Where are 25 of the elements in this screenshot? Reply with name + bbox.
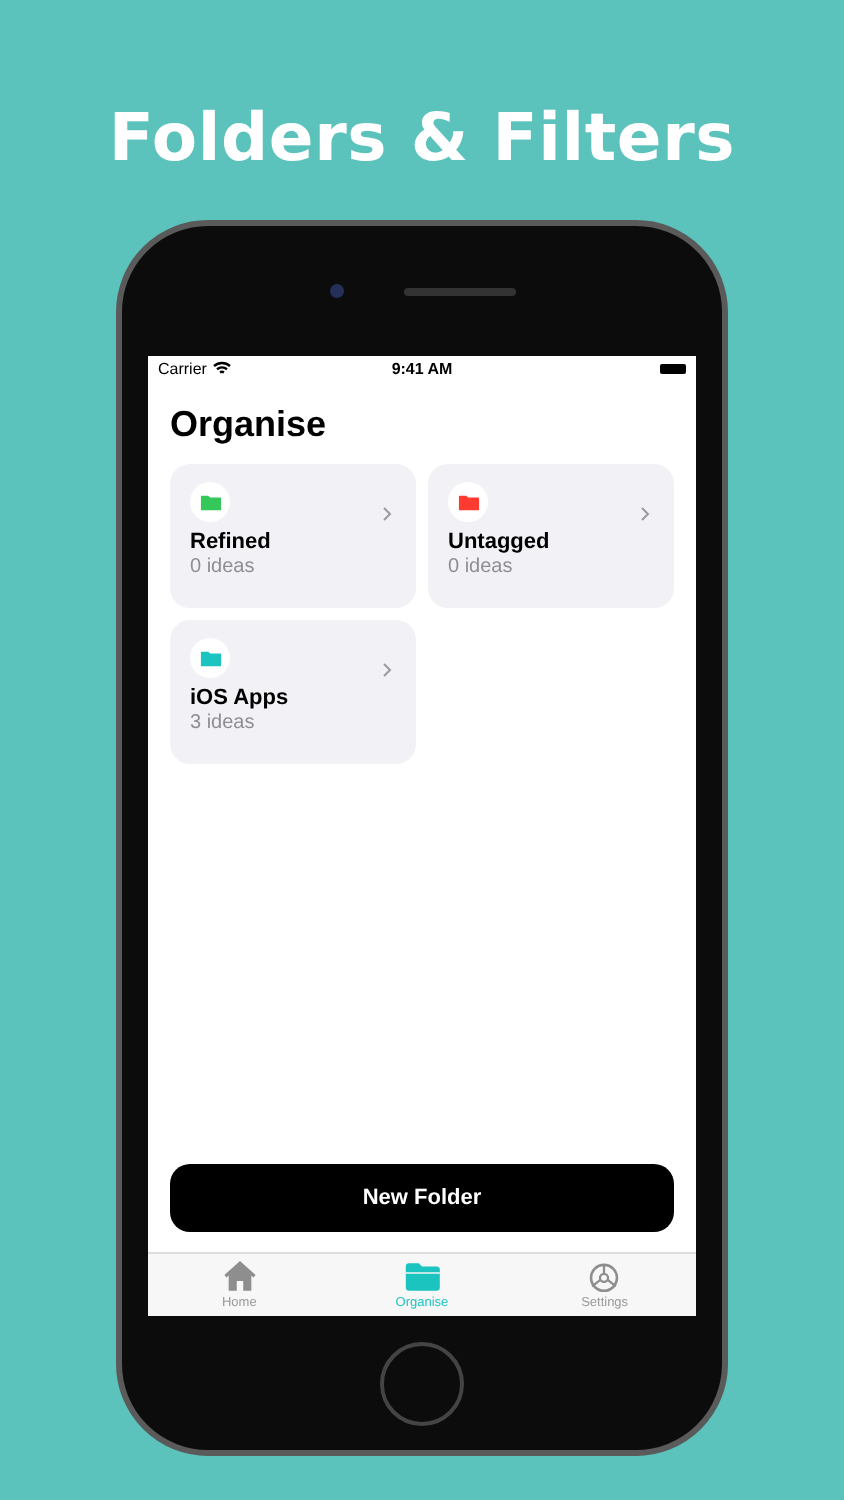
speaker-grille bbox=[403, 287, 515, 295]
new-folder-button[interactable]: New Folder bbox=[170, 1164, 674, 1232]
camera-icon bbox=[329, 284, 343, 298]
idea-count: 0 ideas bbox=[190, 556, 257, 578]
chevron-icon bbox=[382, 662, 392, 678]
folder-icon bbox=[403, 1260, 440, 1294]
folder-card[interactable]: iOS Apps 3 ideas bbox=[170, 620, 416, 764]
home-icon bbox=[221, 1260, 258, 1294]
idea-count: 3 ideas bbox=[190, 712, 257, 734]
folder-name: Untagged bbox=[448, 530, 550, 554]
battery-icon bbox=[660, 363, 687, 373]
page-title: Organise bbox=[168, 402, 329, 448]
headline: Folders & Filters bbox=[108, 96, 736, 180]
chevron-icon bbox=[640, 506, 650, 522]
carrier-label: Carrier bbox=[158, 359, 207, 377]
folder-card[interactable]: Untagged 0 ideas bbox=[428, 464, 674, 608]
home-button[interactable] bbox=[380, 1341, 464, 1425]
folder-card[interactable]: Refined 0 ideas bbox=[170, 464, 416, 608]
chevron-icon bbox=[382, 506, 392, 522]
folder-name: iOS Apps bbox=[190, 686, 289, 710]
status-time: 9:41 AM bbox=[391, 359, 453, 377]
wifi-icon bbox=[212, 360, 233, 376]
idea-count: 0 ideas bbox=[448, 556, 515, 578]
folder-name: Refined bbox=[190, 530, 271, 554]
settings-icon bbox=[586, 1260, 623, 1294]
